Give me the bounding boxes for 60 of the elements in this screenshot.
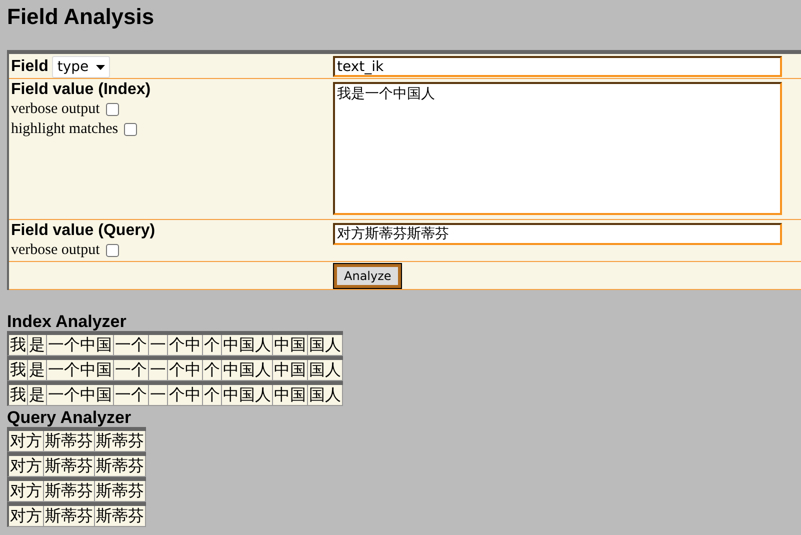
token-cell: 个中	[168, 335, 203, 355]
token-cell: 一个中国	[47, 335, 114, 355]
field-name-input[interactable]: text_ik	[333, 56, 782, 77]
token-cell: 国人	[308, 360, 343, 380]
token-cell: 对方	[9, 456, 44, 476]
token-cell: 我	[9, 335, 28, 355]
token-cell: 对方	[9, 481, 44, 501]
token-cell: 中国	[273, 360, 308, 380]
field-type-dropdown[interactable]: type	[52, 56, 110, 78]
token-cell: 中国人	[222, 360, 273, 380]
field-value-label: Field value (Query)	[11, 222, 156, 240]
token-cell: 一	[149, 335, 168, 355]
token-cell: 斯蒂芬	[95, 506, 146, 526]
option-checkbox[interactable]	[106, 244, 119, 256]
token-cell: 我	[9, 385, 28, 405]
token-cell: 是	[28, 335, 47, 355]
token-cell: 斯蒂芬	[95, 481, 146, 501]
token-cell: 是	[28, 360, 47, 380]
token-cell: 对方	[9, 431, 44, 451]
token-cell: 一个	[114, 385, 149, 405]
token-cell: 个	[203, 360, 222, 380]
token-cell: 我	[9, 360, 28, 380]
token-cell: 斯蒂芬	[44, 481, 95, 501]
index-value-textarea[interactable]: 我是一个中国人	[333, 82, 782, 215]
field-label: Field	[11, 58, 48, 76]
token-cell: 中国	[273, 385, 308, 405]
option-label: verbose output	[11, 100, 100, 118]
token-cell: 一个	[114, 360, 149, 380]
analyze-button[interactable]: Analyze	[334, 264, 402, 288]
token-cell: 中国	[273, 335, 308, 355]
token-cell: 个中	[168, 360, 203, 380]
token-cell: 个中	[168, 385, 203, 405]
token-cell: 斯蒂芬	[44, 431, 95, 451]
caret-icon	[96, 64, 106, 70]
token-cell: 斯蒂芬	[95, 431, 146, 451]
section-title: Query Analyzer	[7, 407, 132, 427]
token-cell: 斯蒂芬	[44, 506, 95, 526]
token-cell: 一个	[114, 335, 149, 355]
token-cell: 一	[149, 385, 168, 405]
token-cell: 个	[203, 385, 222, 405]
option-checkbox[interactable]	[124, 122, 138, 136]
token-cell: 一个中国	[47, 385, 114, 405]
section-title: Index Analyzer	[7, 311, 128, 331]
token-cell: 对方	[9, 506, 44, 526]
token-cell: 国人	[308, 335, 343, 355]
token-cell: 斯蒂芬	[95, 456, 146, 476]
page-title: Field Analysis	[7, 3, 156, 30]
option-checkbox[interactable]	[106, 102, 119, 116]
query-value-textarea[interactable]: 对方斯蒂芬斯蒂芬	[333, 223, 782, 245]
option-label: highlight matches	[11, 120, 118, 138]
token-cell: 国人	[308, 385, 343, 405]
token-cell: 中国人	[222, 335, 273, 355]
token-cell: 个	[203, 335, 222, 355]
token-cell: 是	[28, 385, 47, 405]
option-label: verbose output	[11, 242, 100, 258]
field-value-label: Field value (Index)	[11, 81, 152, 99]
token-cell: 一个中国	[47, 360, 114, 380]
token-cell: 中国人	[222, 385, 273, 405]
token-cell: 斯蒂芬	[44, 456, 95, 476]
token-cell: 一	[149, 360, 168, 380]
